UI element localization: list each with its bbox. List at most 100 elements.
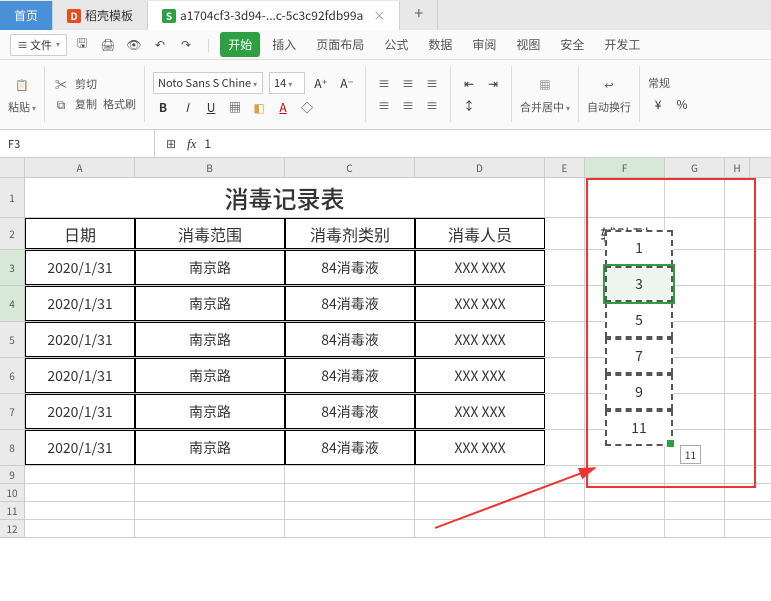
cell[interactable] [285, 466, 415, 483]
row-header[interactable]: 11 [0, 502, 24, 520]
cell[interactable] [25, 466, 135, 483]
table-cell[interactable]: 南京路 [135, 250, 285, 285]
table-cell[interactable]: XXX XXX [415, 322, 545, 357]
wrap-button[interactable]: ↩自动换行 [587, 73, 631, 115]
align-middle-icon[interactable]: ≡ [398, 96, 418, 114]
menu-review[interactable]: 审阅 [464, 32, 504, 57]
menu-security[interactable]: 安全 [552, 32, 592, 57]
cell[interactable] [25, 484, 135, 501]
align-bottom-icon[interactable]: ≡ [422, 96, 442, 114]
select-all-corner[interactable] [0, 158, 24, 178]
cell[interactable] [285, 502, 415, 519]
tab-file[interactable]: Sa1704cf3-3d94-...c-5c3c92fdb99a× [148, 1, 400, 30]
table-cell[interactable]: 南京路 [135, 322, 285, 357]
tab-home[interactable]: 首页 [0, 1, 53, 30]
table-cell[interactable]: XXX XXX [415, 286, 545, 321]
undo-icon[interactable]: ↶ [149, 34, 171, 56]
cell[interactable] [135, 466, 285, 483]
show-formula-icon[interactable]: ⊞ [163, 136, 179, 152]
table-cell[interactable]: 2020/1/31 [25, 250, 135, 285]
row-header[interactable]: 10 [0, 484, 24, 502]
cell[interactable] [545, 286, 585, 321]
table-cell[interactable]: 南京路 [135, 394, 285, 429]
fx-label[interactable]: fx [187, 136, 196, 152]
menu-dev[interactable]: 开发工 [596, 32, 648, 57]
cell[interactable] [135, 502, 285, 519]
aux-cell[interactable]: 1 [605, 230, 673, 266]
table-cell[interactable]: 2020/1/31 [25, 394, 135, 429]
align-right-icon[interactable]: ≡ [422, 74, 442, 92]
aux-cell[interactable]: 9 [605, 374, 673, 410]
bold-icon[interactable]: B [153, 98, 173, 116]
table-cell[interactable]: 84消毒液 [285, 250, 415, 285]
row-header[interactable]: 7 [0, 394, 24, 430]
table-cell[interactable]: 南京路 [135, 286, 285, 321]
aux-cell[interactable]: 5 [605, 302, 673, 338]
currency-icon[interactable]: ¥ [648, 95, 668, 113]
col-header[interactable]: G [665, 158, 725, 177]
table-cell[interactable]: 84消毒液 [285, 430, 415, 465]
cell[interactable] [665, 502, 725, 519]
table-cell[interactable]: 南京路 [135, 358, 285, 393]
menu-insert[interactable]: 插入 [264, 32, 304, 57]
table-cell[interactable]: 84消毒液 [285, 358, 415, 393]
cell[interactable] [545, 430, 585, 465]
decrease-font-icon[interactable]: A⁻ [337, 74, 357, 92]
row-header[interactable]: 2 [0, 218, 24, 250]
table-cell[interactable]: XXX XXX [415, 250, 545, 285]
print-icon[interactable]: 🖨 [97, 34, 119, 56]
row-header[interactable]: 9 [0, 466, 24, 484]
col-header[interactable]: D [415, 158, 545, 177]
formula-value[interactable]: 1 [204, 135, 211, 152]
table-header[interactable]: 消毒范围 [135, 218, 285, 249]
menu-layout[interactable]: 页面布局 [308, 32, 372, 57]
menu-formula[interactable]: 公式 [376, 32, 416, 57]
border-icon[interactable]: ▦ [225, 98, 245, 116]
percent-icon[interactable]: % [672, 95, 692, 113]
col-header[interactable]: F [585, 158, 665, 177]
save-icon[interactable]: 🖫 [71, 34, 93, 56]
menu-view[interactable]: 视图 [508, 32, 548, 57]
align-left-icon[interactable]: ≡ [374, 74, 394, 92]
row-header[interactable]: 12 [0, 520, 24, 538]
row-header[interactable]: 1 [0, 178, 24, 218]
cell[interactable] [665, 520, 725, 537]
aux-cell-active[interactable]: 3 [605, 266, 673, 302]
paste-button[interactable]: 📋 粘贴▾ [8, 73, 36, 115]
increase-font-icon[interactable]: A⁺ [311, 74, 331, 92]
cell[interactable] [545, 394, 585, 429]
table-cell[interactable]: 84消毒液 [285, 322, 415, 357]
table-title[interactable]: 消毒记录表 [25, 178, 545, 217]
table-cell[interactable]: 84消毒液 [285, 394, 415, 429]
menu-data[interactable]: 数据 [420, 32, 460, 57]
row-header[interactable]: 6 [0, 358, 24, 394]
fill-handle[interactable] [667, 440, 674, 447]
menu-start[interactable]: 开始 [220, 32, 260, 57]
font-selector[interactable]: Noto Sans S Chine▾ [153, 72, 263, 94]
table-cell[interactable]: XXX XXX [415, 394, 545, 429]
table-cell[interactable]: 2020/1/31 [25, 358, 135, 393]
indent-left-icon[interactable]: ⇤ [459, 74, 479, 92]
font-size-selector[interactable]: 14▾ [269, 72, 305, 94]
cell[interactable] [545, 250, 585, 285]
name-box[interactable]: F3 [0, 130, 155, 157]
tab-template[interactable]: D稻壳模板 [53, 1, 148, 30]
cell[interactable] [135, 520, 285, 537]
table-cell[interactable]: 2020/1/31 [25, 286, 135, 321]
table-cell[interactable]: 2020/1/31 [25, 322, 135, 357]
clear-format-icon[interactable]: ◇ [297, 98, 317, 116]
redo-icon[interactable]: ↷ [175, 34, 197, 56]
aux-cell[interactable]: 11 11 [605, 410, 673, 446]
aux-cell[interactable]: 7 [605, 338, 673, 374]
orientation-icon[interactable]: ↕ [459, 96, 479, 114]
font-color-icon[interactable]: A [273, 98, 293, 116]
col-header[interactable]: H [725, 158, 750, 177]
cell[interactable] [285, 484, 415, 501]
number-format-label[interactable]: 常规 [648, 75, 670, 91]
table-header[interactable]: 日期 [25, 218, 135, 249]
cell[interactable] [25, 520, 135, 537]
table-header[interactable]: 消毒剂类别 [285, 218, 415, 249]
align-center-icon[interactable]: ≡ [398, 74, 418, 92]
cell[interactable] [545, 218, 585, 249]
cell[interactable] [135, 484, 285, 501]
